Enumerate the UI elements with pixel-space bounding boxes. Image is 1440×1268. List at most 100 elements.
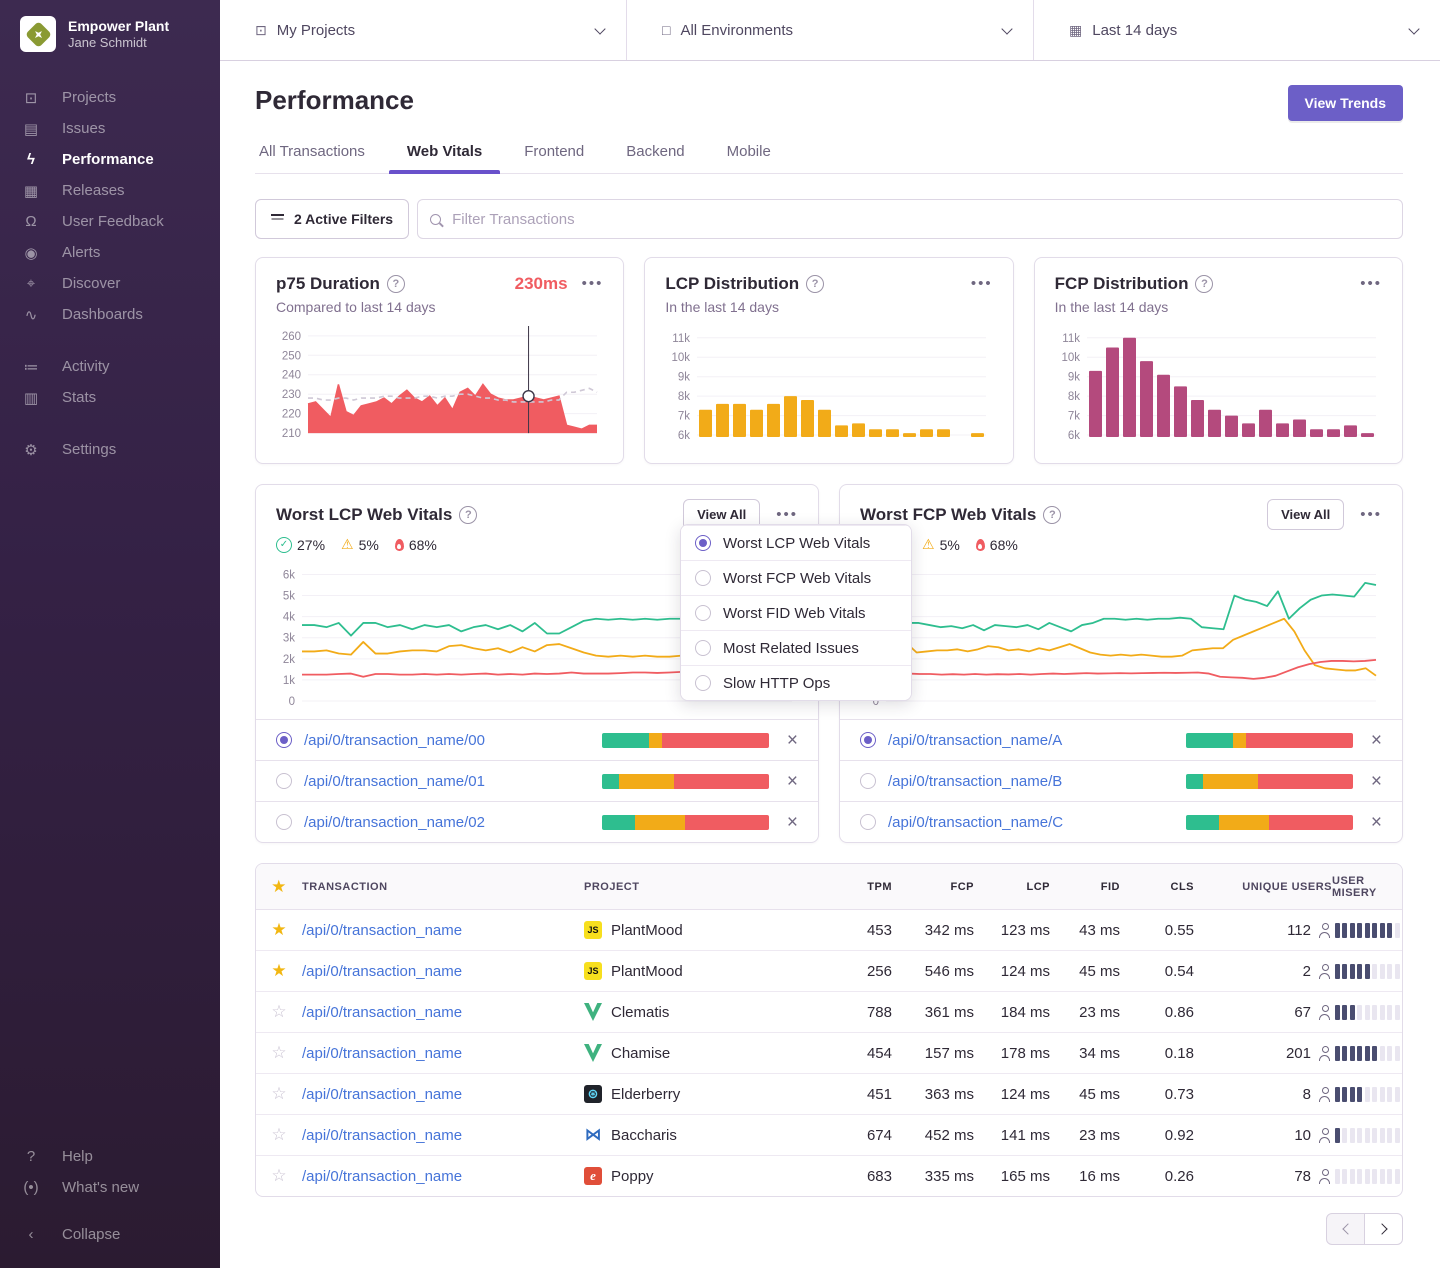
- transaction-link[interactable]: /api/0/transaction_name: [302, 963, 584, 980]
- transaction-link[interactable]: /api/0/transaction_name: [302, 922, 584, 939]
- user-icon: [1318, 964, 1332, 979]
- topbar-selector[interactable]: ▦ Last 14 days: [1034, 0, 1440, 60]
- lcp-value: 124 ms: [974, 963, 1050, 980]
- dropdown-option[interactable]: Most Related Issues: [681, 630, 911, 665]
- transaction-link[interactable]: /api/0/transaction_name: [302, 1168, 584, 1185]
- tpm-value: 674: [828, 1127, 892, 1144]
- worst-lcp-title: Worst LCP Web Vitals: [276, 505, 452, 525]
- transaction-link[interactable]: /api/0/transaction_name/02: [304, 814, 590, 831]
- dropdown-option[interactable]: Worst FID Web Vitals: [681, 595, 911, 630]
- close-icon[interactable]: ×: [1371, 813, 1382, 832]
- sidebar-item[interactable]: ◉ Alerts: [0, 237, 220, 268]
- sidebar-item[interactable]: [0, 330, 220, 351]
- dropdown-option[interactable]: Slow HTTP Ops: [681, 665, 911, 700]
- tab[interactable]: Web Vitals: [403, 143, 486, 173]
- column-transaction[interactable]: TRANSACTION: [302, 881, 584, 893]
- worst-fcp-chart: 01k2k3k4k5k6k: [854, 559, 1382, 709]
- column-fcp[interactable]: FCP: [892, 881, 974, 893]
- sidebar-item[interactable]: ⚙ Settings: [0, 434, 220, 465]
- tab[interactable]: Backend: [622, 143, 688, 173]
- transaction-link[interactable]: /api/0/transaction_name: [302, 1045, 584, 1062]
- close-icon[interactable]: ×: [1371, 731, 1382, 750]
- vital-stat: 5%: [341, 536, 379, 553]
- transaction-radio[interactable]: [860, 814, 876, 830]
- sidebar-item[interactable]: ▦ Releases: [0, 175, 220, 206]
- card-menu-icon[interactable]: •••: [1360, 510, 1382, 520]
- user-icon: [1318, 1169, 1332, 1184]
- sidebar-item[interactable]: ≔ Activity: [0, 351, 220, 382]
- column-project[interactable]: PROJECT: [584, 881, 828, 893]
- help-icon[interactable]: ?: [387, 275, 405, 293]
- help-icon[interactable]: ?: [1195, 275, 1213, 293]
- topbar-selector[interactable]: □ All Environments: [627, 0, 1034, 60]
- org-switcher[interactable]: Empower Plant Jane Schmidt: [0, 16, 220, 52]
- close-icon[interactable]: ×: [787, 813, 798, 832]
- star-toggle[interactable]: ☆: [256, 1084, 302, 1104]
- p75-card-subtitle: Compared to last 14 days: [276, 299, 603, 315]
- column-tpm[interactable]: TPM: [828, 881, 892, 893]
- card-menu-icon[interactable]: •••: [971, 279, 993, 289]
- star-toggle[interactable]: ★: [256, 920, 302, 940]
- card-menu-icon[interactable]: •••: [776, 510, 798, 520]
- transaction-link[interactable]: /api/0/transaction_name: [302, 1127, 584, 1144]
- sidebar-item[interactable]: ∿ Dashboards: [0, 299, 220, 330]
- user-icon: [1318, 1005, 1332, 1020]
- tab[interactable]: Mobile: [723, 143, 775, 173]
- star-toggle[interactable]: ☆: [256, 1125, 302, 1145]
- star-toggle[interactable]: ☆: [256, 1166, 302, 1186]
- card-menu-icon[interactable]: •••: [1360, 279, 1382, 289]
- sidebar-item[interactable]: ⊡ Projects: [0, 82, 220, 113]
- next-page-button[interactable]: [1364, 1213, 1403, 1245]
- close-icon[interactable]: ×: [787, 772, 798, 791]
- help-icon[interactable]: ?: [459, 506, 477, 524]
- star-icon[interactable]: ★: [271, 877, 287, 896]
- close-icon[interactable]: ×: [1371, 772, 1382, 791]
- star-toggle[interactable]: ☆: [256, 1043, 302, 1063]
- sidebar-item[interactable]: Ω User Feedback: [0, 206, 220, 237]
- p75-value: 230ms: [515, 274, 568, 294]
- view-all-button[interactable]: View All: [1267, 499, 1344, 530]
- transaction-link[interactable]: /api/0/transaction_name: [302, 1086, 584, 1103]
- transaction-radio[interactable]: [276, 814, 292, 830]
- transaction-link[interactable]: /api/0/transaction_name/C: [888, 814, 1174, 831]
- tab[interactable]: Frontend: [520, 143, 588, 173]
- sidebar-item[interactable]: ⌖ Discover: [0, 268, 220, 299]
- close-icon[interactable]: ×: [787, 731, 798, 750]
- column-cls[interactable]: CLS: [1120, 881, 1194, 893]
- sidebar-collapse[interactable]: ‹ Collapse: [0, 1219, 220, 1250]
- transaction-link[interactable]: /api/0/transaction_name/00: [304, 732, 590, 749]
- help-icon[interactable]: ?: [1043, 506, 1061, 524]
- transaction-radio[interactable]: [860, 773, 876, 789]
- column-fid[interactable]: FID: [1050, 881, 1120, 893]
- star-toggle[interactable]: ☆: [256, 1002, 302, 1022]
- sidebar-footer-item[interactable]: ? Help: [0, 1141, 220, 1172]
- star-toggle[interactable]: ★: [256, 961, 302, 981]
- tab[interactable]: All Transactions: [255, 143, 369, 173]
- transaction-radio[interactable]: [276, 773, 292, 789]
- transaction-radio[interactable]: [860, 732, 876, 748]
- sidebar-item[interactable]: ▤ Issues: [0, 113, 220, 144]
- dropdown-option[interactable]: Worst LCP Web Vitals: [681, 525, 911, 560]
- column-user-misery[interactable]: USER MISERY: [1332, 875, 1402, 899]
- dropdown-option[interactable]: Worst FCP Web Vitals: [681, 560, 911, 595]
- project-cell: ⊛ Elderberry: [584, 1085, 828, 1103]
- sidebar-item[interactable]: [0, 413, 220, 434]
- previous-page-button[interactable]: [1326, 1213, 1365, 1245]
- card-menu-icon[interactable]: •••: [582, 279, 604, 289]
- sidebar-footer-item[interactable]: (•) What's new: [0, 1172, 220, 1203]
- search-input[interactable]: [450, 210, 1390, 229]
- sidebar-item[interactable]: ϟ Performance: [0, 144, 220, 175]
- transaction-link[interactable]: /api/0/transaction_name/01: [304, 773, 590, 790]
- column-lcp[interactable]: LCP: [974, 881, 1050, 893]
- transaction-radio[interactable]: [276, 732, 292, 748]
- sidebar-item[interactable]: ▥ Stats: [0, 382, 220, 413]
- help-icon[interactable]: ?: [806, 275, 824, 293]
- view-trends-button[interactable]: View Trends: [1288, 85, 1403, 121]
- active-filters-button[interactable]: 2 Active Filters: [255, 199, 409, 239]
- table-row: ★ /api/0/transaction_name JS PlantMood 4…: [256, 910, 1402, 951]
- transaction-link[interactable]: /api/0/transaction_name/A: [888, 732, 1174, 749]
- column-unique-users[interactable]: UNIQUE USERS: [1194, 881, 1332, 893]
- transaction-link[interactable]: /api/0/transaction_name: [302, 1004, 584, 1021]
- topbar-selector[interactable]: ⊡ My Projects: [220, 0, 627, 60]
- transaction-link[interactable]: /api/0/transaction_name/B: [888, 773, 1174, 790]
